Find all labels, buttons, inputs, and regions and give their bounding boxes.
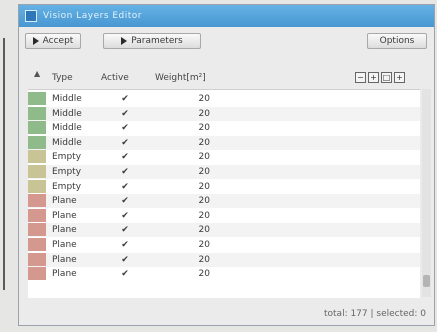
remove-column-icon[interactable]: − [355, 72, 366, 83]
vertical-scrollbar[interactable] [422, 89, 431, 297]
row-type: Empty [52, 167, 82, 177]
table-row[interactable]: Middle ✔ 20 [28, 106, 420, 121]
row-type: Plane [52, 225, 77, 236]
window-title: Vision Layers Editor [43, 11, 142, 21]
row-active-check[interactable]: ✔ [118, 181, 132, 193]
table-row[interactable]: Middle ✔ 20 [28, 92, 420, 106]
status-bar: total: 177 | selected: 0 [19, 301, 434, 325]
vision-layers-window: Vision Layers Editor Accept Parameters O… [18, 4, 435, 326]
row-type: Plane [52, 196, 77, 207]
row-weight: 20 [198, 137, 210, 148]
row-type: Plane [52, 254, 77, 265]
row-active-check[interactable]: ✔ [118, 195, 132, 207]
row-active-check[interactable]: ✔ [118, 151, 132, 163]
options-label: Options [379, 36, 415, 46]
sort-up-icon[interactable]: ▲ [34, 69, 40, 78]
row-active-check[interactable]: ✔ [118, 108, 132, 120]
title-bar[interactable]: Vision Layers Editor [19, 5, 434, 27]
row-active-check[interactable]: ✔ [118, 166, 132, 178]
table-row[interactable]: Middle ✔ 20 [28, 135, 420, 150]
row-weight: 20 [198, 225, 210, 236]
row-type: Plane [52, 210, 77, 221]
options-button[interactable]: Options [367, 33, 427, 49]
play-icon [121, 37, 128, 45]
row-color-marker [28, 194, 46, 208]
row-color-marker [28, 121, 46, 135]
layers-table: Middle ✔ 20 Middle ✔ 20 Middle ✔ 20 Middle ✔ 20 Empt… [28, 89, 420, 298]
row-color-marker [28, 179, 46, 193]
row-active-check[interactable]: ✔ [118, 210, 132, 222]
row-type: Plane [52, 269, 77, 280]
row-color-marker [28, 106, 46, 120]
accept-label: Accept [42, 36, 74, 46]
row-active-check[interactable]: ✔ [118, 224, 132, 236]
table-row[interactable]: Plane ✔ 20 [28, 223, 420, 238]
row-active-check[interactable]: ✔ [118, 254, 132, 266]
row-active-check[interactable]: ✔ [118, 122, 132, 134]
row-type: Middle [52, 137, 82, 148]
row-weight: 20 [198, 254, 210, 265]
row-type: Empty [52, 181, 82, 192]
row-weight: 20 [198, 123, 210, 134]
row-color-marker [28, 165, 46, 178]
row-weight: 20 [198, 210, 210, 221]
column-type[interactable]: Type [52, 73, 73, 83]
app-icon [25, 10, 37, 22]
scrollbar-thumb[interactable] [423, 275, 430, 287]
add-column-icon[interactable]: + [368, 72, 379, 83]
row-weight: 20 [198, 181, 210, 192]
row-active-check[interactable]: ✔ [118, 137, 132, 149]
status-text: total: 177 | selected: 0 [323, 309, 426, 319]
row-color-marker [28, 208, 46, 222]
parameters-label: Parameters [131, 36, 183, 46]
row-type: Plane [52, 240, 77, 250]
row-active-check[interactable]: ✔ [118, 268, 132, 280]
row-type: Middle [52, 123, 82, 134]
table-row[interactable]: Empty ✔ 20 [28, 165, 420, 179]
table-row[interactable]: Plane ✔ 20 [28, 267, 420, 281]
row-weight: 20 [198, 240, 210, 250]
table-row[interactable]: Plane ✔ 20 [28, 238, 420, 252]
column-active[interactable]: Active [101, 73, 129, 83]
row-weight: 20 [198, 269, 210, 280]
row-type: Middle [52, 108, 82, 119]
row-color-marker [28, 238, 46, 251]
row-color-marker [28, 150, 46, 164]
column-header: ▲ Type Active Weight[m²] − + □ + [19, 67, 434, 89]
row-active-check[interactable]: ✔ [118, 239, 132, 251]
accept-button[interactable]: Accept [25, 33, 81, 49]
row-color-marker [28, 92, 46, 105]
row-weight: 20 [198, 94, 210, 104]
table-row[interactable]: Plane ✔ 20 [28, 252, 420, 267]
parameters-button[interactable]: Parameters [103, 33, 201, 49]
row-weight: 20 [198, 196, 210, 207]
row-color-marker [28, 252, 46, 266]
table-row[interactable]: Plane ✔ 20 [28, 194, 420, 209]
column-tools: − + □ + [355, 72, 405, 83]
toggle-column-icon[interactable]: □ [381, 72, 392, 83]
expand-icon[interactable]: + [394, 72, 405, 83]
row-weight: 20 [198, 167, 210, 177]
column-weight[interactable]: Weight[m²] [155, 73, 206, 83]
row-color-marker [28, 135, 46, 149]
left-divider [3, 38, 5, 290]
play-icon [32, 37, 39, 45]
row-weight: 20 [198, 108, 210, 119]
table-row[interactable]: Middle ✔ 20 [28, 121, 420, 135]
row-active-check[interactable]: ✔ [118, 93, 132, 105]
table-row[interactable]: Empty ✔ 20 [28, 179, 420, 194]
table-row[interactable]: Plane ✔ 20 [28, 208, 420, 223]
table-row[interactable]: Empty ✔ 20 [28, 150, 420, 164]
row-type: Middle [52, 94, 82, 104]
row-type: Empty [52, 152, 82, 163]
toolbar: Accept Parameters Options [19, 27, 434, 53]
row-weight: 20 [198, 152, 210, 163]
row-color-marker [28, 267, 46, 281]
row-color-marker [28, 223, 46, 237]
